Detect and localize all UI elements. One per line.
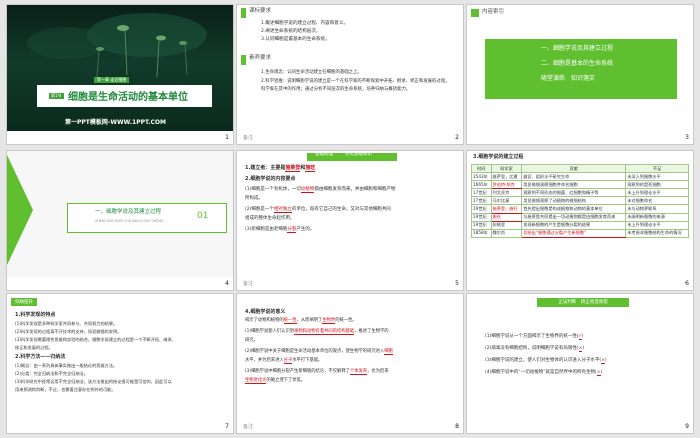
slide-title: 细胞是生命活动的基本单位: [68, 92, 188, 103]
table-row: 19世纪 耐格里 发现新细胞的产生是细胞分裂的结果 未上升到理论水平: [471, 220, 689, 230]
plant-sprouts-image: [27, 13, 207, 78]
judgement-item: (1)细胞学说从一个方面揭示了生物界的统一性(√): [485, 334, 584, 340]
content-line: (1)细胞是一个有机体，一切动植物都由细胞发育而来，并由细胞和细胞产物: [245, 187, 396, 193]
content-line: 水平，并为后来进入分子水平打下基础。: [245, 358, 323, 364]
slide-number: 8: [455, 423, 459, 430]
slide-thumbnail-7[interactable]: 归纳提升 1.科学发现的特点 (1)科学发现是多种科学家共同参与、共同努力的结果…: [6, 293, 234, 434]
goal-line: 3.认同细胞是最基本的生命系统。: [261, 37, 330, 42]
slide-number: 5: [455, 280, 459, 287]
summary-line: (2)科学发现的过程离不开技术的支持，如显微镜的发明。: [15, 329, 122, 334]
content-line: 揭示了动物和植物的统一性，从而阐明了生物界的统一性。: [245, 318, 357, 324]
content-line: (2)细胞是一个相对独立的单位，既有它自己的生命，又对与其他细胞共同: [245, 207, 391, 213]
content-line: 生物进化论的确立埋下了伏笔。: [245, 378, 306, 384]
slide-thumbnail-4[interactable]: 一、细胞学说及其建立过程 XI BAO XUE SHUO JI QI JIAN …: [6, 150, 234, 291]
table-row: 1665年 罗伯特·胡克 用显微镜观察细胞并命名细胞 观察到的是死细胞: [471, 180, 689, 190]
slide-note: 备注: [243, 281, 254, 287]
goal-line: 1.概述细胞学说的建立过程、内容和意义。: [261, 21, 349, 26]
slide-thumbnail-9[interactable]: 正误判断 矫正易混易错 (1)细胞学说从一个方面揭示了生物界的统一性(√) (2…: [466, 293, 694, 434]
table-row: 1543年 维萨里，比夏 器官、组织水平研究生命 未深入到细胞水平: [471, 172, 689, 182]
table-row: 17世纪 马尔比基 用显微镜观察了动植物的微细结构 未对细胞命名: [471, 196, 689, 206]
section-heading: 课标要求: [249, 8, 272, 14]
summary-badge: 归纳提升: [11, 298, 37, 306]
content-heading: 2.细胞学说的内容要点: [245, 176, 296, 182]
summary-line: (1)概念：由一系列具体事实推出一般结论的思维方法。: [15, 363, 118, 368]
slide-number: 3: [685, 134, 689, 141]
column-header: 时间: [471, 163, 492, 174]
summary-heading: 2.科学方法——归纳法: [15, 354, 66, 360]
index-title: 内容索引: [482, 9, 505, 15]
skill-line: 2.科学思维：说明细胞学说的建立是一个在科学家的不断探索中开拓、继承、修正和发展…: [261, 79, 450, 84]
table-row: 19世纪 施旺 与施莱登共同提出一切动植物都是由细胞发育而来 未阐明新细胞的来源: [471, 212, 689, 222]
content-line: (2)细胞学说中关于细胞是生命活动基本单位的观点，使生物学的研究进入细胞: [245, 349, 393, 355]
tab-subtitle: 夯实基础知识: [345, 152, 372, 157]
slide-number: 1: [225, 134, 229, 141]
content-line: 研究。: [245, 338, 258, 343]
slide-note: 备注: [243, 424, 254, 430]
left-triangle: [7, 155, 33, 265]
slide-number: 2: [455, 134, 459, 141]
significance-heading: 4.细胞学说的意义: [245, 309, 286, 315]
section-pinyin: XI BAO XUE SHUO JI QI JIAN LI GUO CHENG: [95, 219, 164, 223]
index-label: [471, 9, 479, 17]
table-row: 19世纪 施莱登，施旺 首先提出细胞是构成植物和动物的基本单位 未与动物界联系: [471, 204, 689, 214]
content-line: 组成的整体生命起作用。: [245, 216, 295, 221]
slide-number: 9: [685, 423, 689, 430]
slide-number: 7: [225, 423, 229, 430]
judgement-item: (3)细胞学说的建立，使人们对生物体的认识进入分子水平(×): [485, 358, 607, 364]
judgement-item: (2)病毒没有细胞结构，说明细胞学说有局限性(×): [485, 346, 585, 352]
content-line: (1)细胞学说使人们认识到植物和动物有着共同的结构基础，推进了生物学的: [245, 329, 389, 335]
table-title: 3.细胞学说的建立过程: [473, 154, 524, 160]
table-row: 1858年 魏尔肖 总结出“细胞通过分裂产生新细胞” 未考虑非细胞结构生命的情况: [471, 228, 689, 238]
slide-number: 4: [225, 280, 229, 287]
tab-basic: 基础梳理: [315, 152, 333, 157]
index-item[interactable]: 二、细胞是基本的生命系统: [541, 60, 613, 69]
slide-note: 备注: [243, 135, 254, 141]
section-title: 一、细胞学说及其建立过程: [95, 209, 162, 215]
slide-thumbnail-8[interactable]: 4.细胞学说的意义 揭示了动物和植物的统一性，从而阐明了生物界的统一性。 (1)…: [236, 293, 464, 434]
slide-thumbnail-3[interactable]: 内容索引 一、细胞学说及其建立过程 二、细胞是基本的生命系统 随堂演练 知识落实…: [466, 4, 694, 145]
table-row: 17世纪 列文虎克 观察到不同形态的细菌、红细胞和精子等 未上升到理论水平: [471, 188, 689, 198]
content-line: (3)细胞学说中细胞分裂产生新细胞的结论，不仅解释了个体发育，也为后来: [245, 369, 389, 375]
slide-number: 6: [685, 280, 689, 287]
index-item[interactable]: 一、细胞学说及其建立过程: [541, 45, 613, 54]
header-green-1: [241, 8, 246, 18]
summary-line: 修正和发展的过程。: [15, 345, 53, 350]
summary-line: (1)科学发现是多种科学家共同参与、共同努力的结果。: [15, 321, 118, 326]
content-line: 所构成。: [245, 196, 263, 201]
section-index: 01: [197, 211, 209, 221]
slide-thumbnail-6[interactable]: 3.细胞学说的建立过程 时间 科学家 贡献 不足 1543年 维萨里，比夏 器官、组…: [466, 150, 694, 291]
skill-line: 1.生命观念：认同生命活动建立在细胞的基础之上。: [261, 70, 362, 75]
index-item[interactable]: 随堂演练 知识落实: [541, 75, 595, 84]
title-background: 第一章 走近细胞 第1节 细胞是生命活动的基本单位 第一PPT模板网-WWW.1…: [7, 5, 233, 131]
content-line: 1.建立者：主要是施莱登和施旺: [245, 165, 316, 172]
history-table: 时间 科学家 贡献 不足 1543年 维萨里，比夏 器官、组织水平研究生命 未深入到细…: [471, 163, 689, 238]
summary-line: (2)分类：完全归纳法和不完全归纳法。: [15, 371, 88, 376]
header-green-2: [241, 55, 246, 65]
summary-line: 用来预测和判断，不过，也需要注意存在例外的可能。: [15, 387, 116, 392]
section-badge: 第1节: [49, 93, 64, 99]
column-header: 贡献: [521, 163, 627, 174]
summary-line: (3)科学发现需要理性思维和实验的结合，细胞学说建立的过程是一个不断开拓、继承、: [15, 337, 176, 342]
slide-thumbnail-5[interactable]: 基础梳理 夯实基础知识 1.建立者：主要是施莱登和施旺 2.细胞学说的内容要点 …: [236, 150, 464, 291]
footer-url: 第一PPT模板网-WWW.1PPT.COM: [65, 119, 166, 126]
column-header: 科学家: [490, 163, 523, 174]
goal-line: 2.阐述生命系统的结构层次。: [261, 29, 321, 34]
column-header: 不足: [625, 163, 689, 174]
skill-line: 科学家在其中的作用；通过分析不同层次的生命系统，培养归纳与概括能力。: [261, 87, 411, 92]
judgement-banner: 正误判断 矫正易混易错: [537, 298, 629, 307]
summary-heading: 1.科学发现的特点: [15, 312, 56, 318]
section-heading: 素养要求: [249, 55, 272, 61]
slide-thumbnail-1[interactable]: 第一章 走近细胞 第1节 细胞是生命活动的基本单位 第一PPT模板网-WWW.1…: [6, 4, 234, 145]
judgement-item: (4)细胞学说中的“一切动植物”就是自然界中的所有生物(×): [485, 370, 603, 376]
summary-line: (3)科学研究中经常运用不完全归纳法，该方法推出的结论很可能是可信的，因此可以: [15, 379, 172, 384]
content-line: (3)新细胞是由老细胞分裂产生的。: [245, 227, 315, 233]
chapter-tag: 第一章 走近细胞: [94, 77, 130, 83]
slide-thumbnail-2[interactable]: 课标要求 1.概述细胞学说的建立过程、内容和意义。 2.阐述生命系统的结构层次。…: [236, 4, 464, 145]
